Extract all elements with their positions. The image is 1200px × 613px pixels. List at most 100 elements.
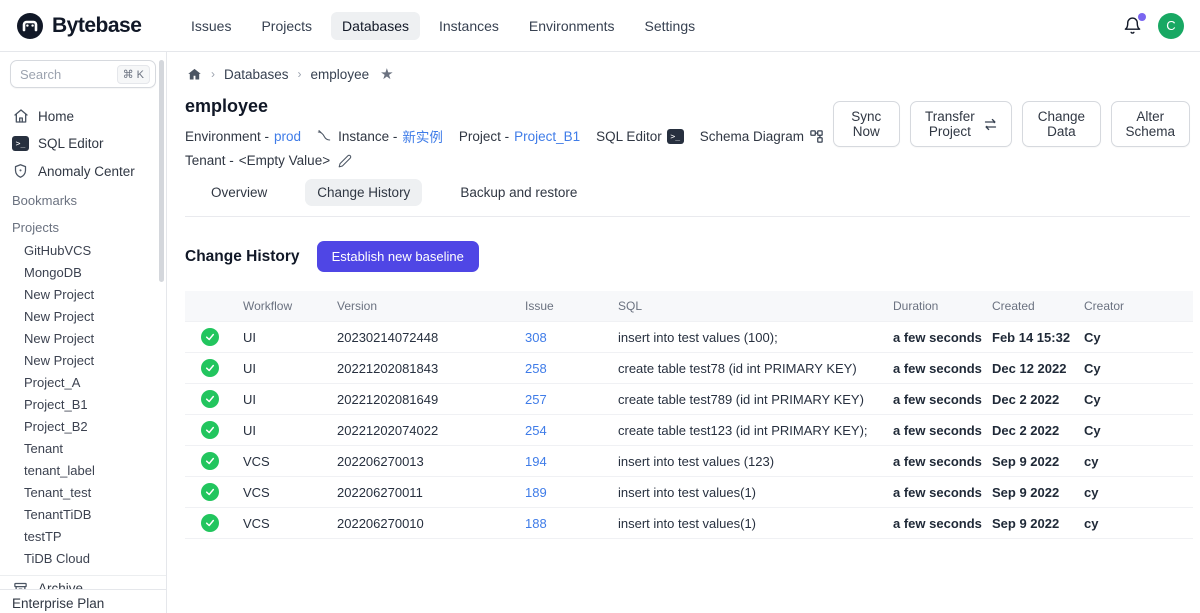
table-row[interactable]: UI 20230214072448 308 insert into test v… [185, 322, 1193, 353]
search-shortcut-badge: ⌘ K [117, 65, 150, 84]
cell-creator: Cy [1076, 353, 1193, 384]
cell-creator: cy [1076, 508, 1193, 539]
col-creator: Creator [1076, 291, 1193, 322]
establish-baseline-button[interactable]: Establish new baseline [317, 241, 479, 272]
sidebar-project-item[interactable]: tenant_label [0, 459, 166, 481]
sidebar-project-item[interactable]: New Project [0, 327, 166, 349]
cell-duration: a few seconds [885, 508, 984, 539]
nav-instances[interactable]: Instances [428, 12, 510, 40]
cell-duration: a few seconds [885, 322, 984, 353]
table-row[interactable]: VCS 202206270013 194 insert into test va… [185, 446, 1193, 477]
cell-sql: insert into test values (123) [610, 446, 885, 477]
change-history-table: Workflow Version Issue SQL Duration Crea… [185, 291, 1193, 539]
avatar[interactable]: C [1158, 13, 1184, 39]
sql-editor-label: SQL Editor [596, 129, 662, 144]
sidebar-item-label: SQL Editor [38, 136, 104, 151]
sidebar-project-item[interactable]: Project_A [0, 371, 166, 393]
transfer-project-label: Transfer Project [924, 109, 977, 139]
issue-link[interactable]: 254 [525, 423, 547, 438]
sidebar-item-sql-editor[interactable]: >_ SQL Editor [0, 130, 166, 157]
table-row[interactable]: VCS 202206270011 189 insert into test va… [185, 477, 1193, 508]
sync-now-button[interactable]: Sync Now [833, 101, 900, 147]
tab-change-history[interactable]: Change History [305, 179, 422, 206]
sidebar-project-item[interactable]: TenantTiDB [0, 503, 166, 525]
issue-link[interactable]: 308 [525, 330, 547, 345]
tab-overview[interactable]: Overview [199, 179, 279, 206]
cell-workflow: UI [235, 353, 329, 384]
page-title: employee [185, 96, 833, 117]
home-icon [12, 108, 29, 124]
bookmark-star-icon[interactable]: ★ [380, 65, 393, 83]
sidebar-project-item[interactable]: New Project [0, 283, 166, 305]
nav-projects[interactable]: Projects [250, 12, 323, 40]
sidebar-project-item[interactable]: New Project [0, 305, 166, 327]
nav-issues[interactable]: Issues [180, 12, 242, 40]
sidebar-project-item[interactable]: New Project [0, 349, 166, 371]
sidebar-section-projects: Projects [0, 212, 166, 239]
issue-link[interactable]: 194 [525, 454, 547, 469]
chevron-right-icon: › [211, 67, 215, 81]
cell-created: Dec 2 2022 [984, 384, 1076, 415]
project-list: GitHubVCS MongoDB New Project New Projec… [0, 239, 166, 569]
sidebar-project-item[interactable]: testTP [0, 525, 166, 547]
breadcrumb-employee[interactable]: employee [311, 67, 370, 82]
environment-link[interactable]: prod [274, 129, 301, 144]
cell-created: Dec 12 2022 [984, 353, 1076, 384]
sidebar-item-label: Home [38, 109, 74, 124]
nav-environments[interactable]: Environments [518, 12, 626, 40]
search-input[interactable]: Search ⌘ K [10, 60, 156, 88]
brand-name: Bytebase [52, 14, 141, 38]
schema-diagram-shortcut[interactable]: Schema Diagram [700, 129, 824, 144]
cell-version: 20221202081649 [329, 384, 517, 415]
issue-link[interactable]: 188 [525, 516, 547, 531]
alter-schema-button[interactable]: Alter Schema [1111, 101, 1190, 147]
issue-link[interactable]: 189 [525, 485, 547, 500]
table-row[interactable]: UI 20221202081843 258 create table test7… [185, 353, 1193, 384]
table-row[interactable]: UI 20221202081649 257 create table test7… [185, 384, 1193, 415]
environment-label: Environment - [185, 129, 269, 144]
sidebar-project-item[interactable]: Tenant_test [0, 481, 166, 503]
project-link[interactable]: Project_B1 [514, 129, 580, 144]
sidebar-scrollbar[interactable] [159, 60, 164, 282]
sidebar-item-home[interactable]: Home [0, 102, 166, 130]
issue-link[interactable]: 257 [525, 392, 547, 407]
nav-databases[interactable]: Databases [331, 12, 420, 40]
tenant-label: Tenant - [185, 153, 234, 168]
change-data-button[interactable]: Change Data [1022, 101, 1100, 147]
sidebar-project-item[interactable]: GitHubVCS [0, 239, 166, 261]
cell-workflow: UI [235, 322, 329, 353]
col-issue: Issue [517, 291, 610, 322]
terminal-icon: >_ [12, 136, 29, 151]
instance-link[interactable]: 新实例 [402, 126, 443, 146]
table-row[interactable]: VCS 202206270010 188 insert into test va… [185, 508, 1193, 539]
nav-settings[interactable]: Settings [634, 12, 707, 40]
sidebar-project-item[interactable]: Project_B2 [0, 415, 166, 437]
sidebar-project-item[interactable]: Project_B1 [0, 393, 166, 415]
database-tabs: Overview Change History Backup and resto… [185, 175, 1190, 217]
col-version: Version [329, 291, 517, 322]
project-label: Project - [459, 129, 509, 144]
sidebar-project-item[interactable]: TiDB Cloud [0, 547, 166, 569]
table-row[interactable]: UI 20221202074022 254 create table test1… [185, 415, 1193, 446]
cell-created: Feb 14 15:32 [984, 322, 1076, 353]
tab-backup-and-restore[interactable]: Backup and restore [448, 179, 589, 206]
breadcrumb-home-icon[interactable] [187, 67, 202, 82]
cell-version: 202206270011 [329, 477, 517, 508]
transfer-project-button[interactable]: Transfer Project [910, 101, 1013, 147]
brand[interactable]: Bytebase [16, 12, 180, 40]
notification-bell-icon[interactable] [1123, 16, 1142, 36]
sidebar-project-item[interactable]: MongoDB [0, 261, 166, 283]
issue-link[interactable]: 258 [525, 361, 547, 376]
terminal-icon: >_ [667, 129, 684, 144]
tenant-value: <Empty Value> [239, 153, 330, 168]
sidebar-item-anomaly-center[interactable]: Anomaly Center [0, 157, 166, 185]
cell-creator: Cy [1076, 384, 1193, 415]
sidebar-project-item[interactable]: Tenant [0, 437, 166, 459]
breadcrumb-databases[interactable]: Databases [224, 67, 289, 82]
edit-pencil-icon[interactable] [338, 154, 352, 168]
sql-editor-shortcut[interactable]: SQL Editor >_ [596, 129, 684, 144]
success-check-icon [201, 328, 219, 346]
success-check-icon [201, 483, 219, 501]
cell-creator: cy [1076, 446, 1193, 477]
cell-duration: a few seconds [885, 384, 984, 415]
